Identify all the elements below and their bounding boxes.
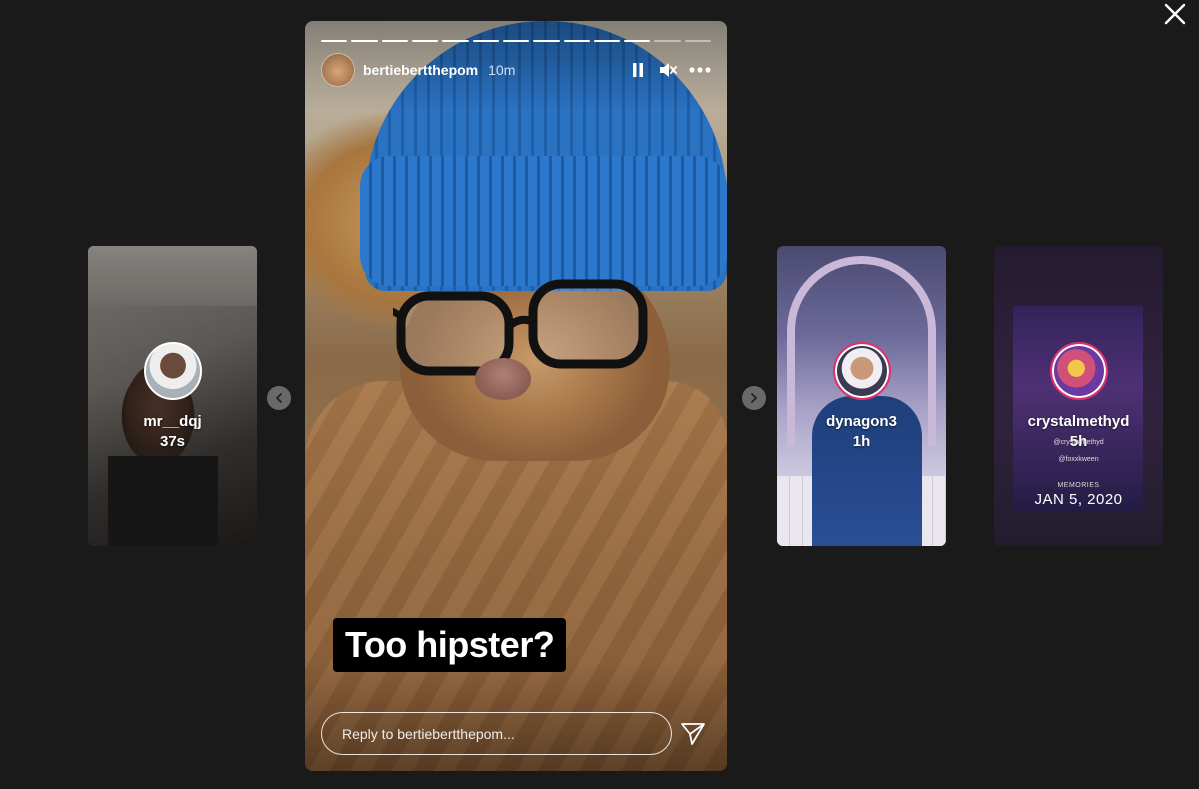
progress-segment (654, 40, 681, 42)
progress-segment (502, 40, 530, 42)
mention-tag: @foxxkween (1058, 456, 1099, 463)
more-options-button[interactable] (689, 61, 711, 79)
story-username: crystalmethyd (1027, 413, 1130, 430)
reply-input[interactable] (321, 712, 672, 755)
chevron-right-icon (751, 393, 758, 403)
close-button[interactable] (1163, 2, 1187, 26)
pause-icon (633, 63, 643, 77)
story-controls (629, 61, 711, 79)
story-viewer: mr__dqj 37s bertiebertthepom 10m Too hip… (0, 0, 1199, 789)
story-header: bertiebertthepom 10m (321, 53, 711, 87)
story-time: 37s (159, 433, 186, 450)
more-icon (689, 67, 711, 73)
avatar (1049, 342, 1108, 400)
memories-date: JAN 5, 2020 (1034, 491, 1123, 508)
avatar (832, 342, 891, 400)
send-button[interactable] (680, 721, 706, 747)
story-time: 10m (488, 62, 516, 78)
avatar (143, 342, 202, 400)
chevron-left-icon (275, 393, 282, 403)
close-icon (1164, 3, 1186, 25)
memories-label: MEMORIES (1057, 482, 1100, 489)
progress-segment (563, 40, 590, 42)
progress-segment (442, 40, 469, 42)
story-mentions: @crystalmethyd @foxxkween (994, 439, 1163, 473)
story-username: dynagon3 (826, 413, 897, 430)
story-time: 1h (852, 433, 871, 450)
story-progress (321, 40, 712, 42)
story-username[interactable]: bertiebertthepom (363, 62, 478, 78)
mute-button[interactable] (659, 61, 677, 79)
send-icon (681, 723, 705, 745)
mute-icon (660, 63, 677, 77)
story-preview-mr-dqj[interactable]: mr__dqj 37s (88, 246, 257, 546)
progress-segment (472, 40, 499, 42)
progress-segment (593, 40, 621, 42)
story-preview-crystalmethyd[interactable]: crystalmethyd 5h @crystalmethyd @foxxkwe… (994, 246, 1163, 546)
story-media-glasses (393, 279, 648, 376)
progress-segment (321, 40, 348, 42)
progress-segment (684, 40, 712, 42)
progress-segment (533, 40, 560, 42)
story-preview-dynagon3[interactable]: dynagon3 1h (777, 246, 946, 546)
pause-button[interactable] (629, 61, 647, 79)
story-caption: Too hipster? (333, 618, 567, 672)
progress-segment (624, 40, 651, 42)
avatar[interactable] (321, 53, 355, 87)
mention-tag: @crystalmethyd (1053, 439, 1104, 446)
progress-segment (381, 40, 408, 42)
previous-story-button[interactable] (267, 386, 291, 410)
progress-segment (411, 40, 439, 42)
progress-segment (351, 40, 378, 42)
next-story-button[interactable] (742, 386, 766, 410)
active-story[interactable]: bertiebertthepom 10m Too hipster? Reply … (305, 21, 727, 771)
story-username: mr__dqj (143, 413, 202, 430)
